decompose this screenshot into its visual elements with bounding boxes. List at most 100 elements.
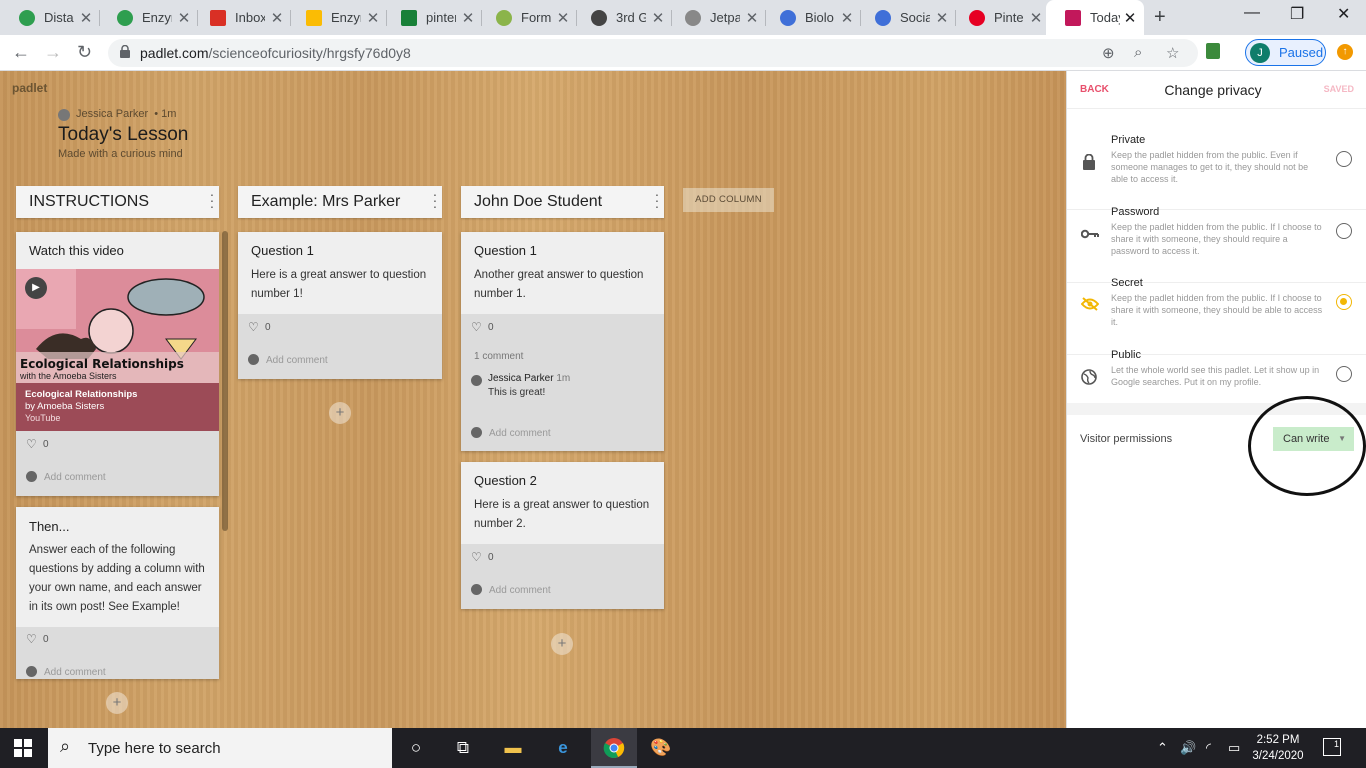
cortana-icon[interactable]: ○ xyxy=(405,737,427,759)
tab-close-icon[interactable]: ✕ xyxy=(365,9,381,27)
comment-count[interactable]: 1 comment xyxy=(474,351,523,362)
minimize-button[interactable]: — xyxy=(1244,4,1260,22)
privacy-option-secret[interactable]: Secret Keep the padlet hidden from the p… xyxy=(1067,277,1366,355)
video-attachment[interactable]: ▶ Ecological Relationships with the Amoe… xyxy=(16,269,219,431)
forward-arrow-icon[interactable]: → xyxy=(44,42,62,63)
tab-close-icon[interactable]: ✕ xyxy=(744,9,760,27)
address-bar[interactable]: padlet.com/scienceofcuriosity/hrgsfy76d0… xyxy=(108,39,1198,67)
tab-inbox[interactable]: Inbox ✕ xyxy=(191,0,291,35)
post-then[interactable]: Then... Answer each of the following que… xyxy=(16,507,219,679)
column-menu-icon[interactable]: · · · xyxy=(654,187,660,213)
windows-start-icon[interactable] xyxy=(14,739,32,757)
volume-icon[interactable]: 🔊 xyxy=(1180,740,1196,756)
taskbar-clock[interactable]: 2:52 PM 3/24/2020 xyxy=(1248,732,1308,764)
radio-public[interactable] xyxy=(1336,366,1352,382)
paint-icon[interactable]: 🎨 xyxy=(650,737,672,759)
tab-pinterest[interactable]: Pinter ✕ xyxy=(950,0,1050,35)
column-menu-icon[interactable]: · · · xyxy=(209,187,215,213)
like-count: 0 xyxy=(43,634,49,645)
add-comment-input[interactable]: Add comment xyxy=(489,585,551,596)
zoom-icon[interactable]: ⌕ xyxy=(1134,44,1142,61)
add-column-button[interactable]: ADD COLUMN xyxy=(683,188,774,212)
heart-icon[interactable]: ♡ xyxy=(471,550,482,564)
install-app-icon[interactable]: ⊕ xyxy=(1102,44,1115,62)
tab-close-icon[interactable]: ✕ xyxy=(460,9,476,27)
post-title: Question 1 xyxy=(251,243,314,258)
tab-forms[interactable]: Forms ✕ xyxy=(477,0,577,35)
chrome-icon xyxy=(603,738,625,758)
tab-close-icon[interactable]: ✕ xyxy=(650,9,666,27)
post-mrs-question-1[interactable]: Question 1 Here is a great answer to que… xyxy=(238,232,442,379)
back-arrow-icon[interactable]: ← xyxy=(12,42,30,63)
heart-icon[interactable]: ♡ xyxy=(471,320,482,334)
search-placeholder: Type here to search xyxy=(88,740,221,757)
heart-icon[interactable]: ♡ xyxy=(26,632,37,646)
add-comment-input[interactable]: Add comment xyxy=(489,428,551,439)
tab-biology[interactable]: Biolo ✕ xyxy=(761,0,861,35)
padlet-logo[interactable]: padlet xyxy=(12,81,47,95)
video-author: by Amoeba Sisters xyxy=(25,401,105,412)
tab-enzymes-2[interactable]: Enzym ✕ xyxy=(287,0,387,35)
battery-icon[interactable]: ▭ xyxy=(1228,740,1240,756)
tab-close-icon[interactable]: ✕ xyxy=(555,9,571,27)
tab-enzymes-1[interactable]: Enzym ✕ xyxy=(98,0,198,35)
post-watch-video[interactable]: Watch this video ▶ Ecological Relationsh… xyxy=(16,232,219,496)
heart-icon[interactable]: ♡ xyxy=(248,320,259,334)
tab-pinterest-sheet[interactable]: pinter ✕ xyxy=(382,0,482,35)
tab-label: Pinter xyxy=(994,10,1024,25)
play-icon[interactable]: ▶ xyxy=(25,277,47,299)
privacy-option-password[interactable]: Password Keep the padlet hidden from the… xyxy=(1067,206,1366,283)
column-scrollbar[interactable] xyxy=(222,231,228,531)
tab-distance[interactable]: Distan ✕ xyxy=(0,0,100,35)
update-icon[interactable]: ↑ xyxy=(1337,44,1353,60)
tab-label: Enzym xyxy=(142,10,172,25)
chrome-taskbar-button[interactable] xyxy=(591,728,637,768)
extension-icon[interactable] xyxy=(1206,43,1220,59)
tab-close-icon[interactable]: ✕ xyxy=(934,9,950,27)
tab-social[interactable]: Social ✕ xyxy=(856,0,956,35)
profile-button[interactable]: J Paused xyxy=(1245,39,1326,66)
new-tab-button[interactable]: + xyxy=(1154,6,1166,29)
add-post-button[interactable]: + xyxy=(551,633,573,655)
post-john-question-2[interactable]: Question 2 Here is a great answer to que… xyxy=(461,462,664,609)
tab-close-icon[interactable]: ✕ xyxy=(839,9,855,27)
post-title: Watch this video xyxy=(29,243,124,258)
tab-today-active[interactable]: Today✕ xyxy=(1046,0,1144,35)
add-comment-input[interactable]: Add comment xyxy=(44,472,106,483)
tab-favicon-icon xyxy=(19,9,35,26)
tab-close-icon[interactable]: ✕ xyxy=(78,9,94,27)
notification-center-icon[interactable]: 1 xyxy=(1323,738,1341,756)
privacy-option-private[interactable]: Private Keep the padlet hidden from the … xyxy=(1067,134,1366,210)
post-john-question-1[interactable]: Question 1 Another great answer to quest… xyxy=(461,232,664,451)
maximize-button[interactable]: ❐ xyxy=(1290,4,1304,24)
reload-icon[interactable]: ↻ xyxy=(77,42,92,63)
task-view-icon[interactable]: ⧉ xyxy=(452,737,474,759)
column-menu-icon[interactable]: · · · xyxy=(432,187,438,213)
radio-password[interactable] xyxy=(1336,223,1352,239)
add-post-button[interactable]: + xyxy=(106,692,128,714)
heart-icon[interactable]: ♡ xyxy=(26,437,37,451)
profile-status: Paused xyxy=(1279,45,1324,60)
tab-3rd-grade[interactable]: 3rd G ✕ xyxy=(572,0,672,35)
tab-close-icon[interactable]: ✕ xyxy=(1122,9,1138,27)
taskbar-search-box[interactable]: ⌕ Type here to search xyxy=(48,728,392,768)
padlet-board: padlet Jessica Parker • 1m Today's Lesso… xyxy=(0,71,1066,728)
add-post-button[interactable]: + xyxy=(329,402,351,424)
tab-close-icon[interactable]: ✕ xyxy=(176,9,192,27)
edge-icon[interactable]: e xyxy=(552,737,574,759)
radio-secret-selected[interactable] xyxy=(1336,294,1352,310)
tab-label: Inbox xyxy=(235,10,265,25)
browser-toolbar: ← → ↻ padlet.com/scienceofcuriosity/hrgs… xyxy=(0,35,1366,71)
file-explorer-icon[interactable]: ▬ xyxy=(502,737,524,759)
add-comment-input[interactable]: Add comment xyxy=(44,667,106,678)
tab-close-icon[interactable]: ✕ xyxy=(1028,9,1044,27)
tab-label: Forms xyxy=(521,10,551,25)
add-comment-input[interactable]: Add comment xyxy=(266,355,328,366)
tab-close-icon[interactable]: ✕ xyxy=(269,9,285,27)
bookmark-star-icon[interactable]: ☆ xyxy=(1166,44,1179,62)
tray-chevron-icon[interactable]: ⌃ xyxy=(1157,740,1168,756)
radio-private[interactable] xyxy=(1336,151,1352,167)
tab-jetpack[interactable]: Jetpa ✕ xyxy=(666,0,766,35)
close-window-button[interactable]: ✕ xyxy=(1337,4,1350,24)
wifi-icon[interactable]: ◜ xyxy=(1206,740,1211,756)
